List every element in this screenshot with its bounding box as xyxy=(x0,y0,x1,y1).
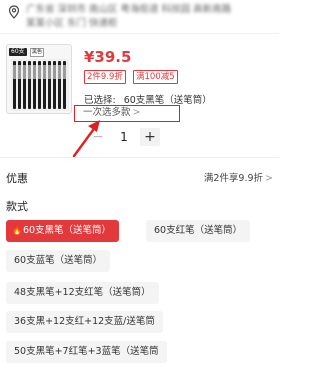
style-option[interactable]: 36支黑+12支红+12支蓝/送笔筒 xyxy=(6,311,163,333)
hot-flame-icon: 🔥 xyxy=(12,226,22,235)
style-option[interactable]: 60支蓝笔（送笔筒） xyxy=(6,250,111,272)
address-bar[interactable]: 广东省 深圳市 南山区 粤海街道 科技园 高新南路 某某小区 东门 快递柜 xyxy=(0,0,279,34)
location-pin-icon xyxy=(8,5,20,19)
multi-select-label: 一次选多款 xyxy=(83,107,131,118)
thumbnail-color-tag: 黑色 xyxy=(30,48,45,57)
promo-label: 优惠 xyxy=(6,172,28,185)
address-line-1: 广东省 深圳市 南山区 粤海街道 科技园 高新南路 xyxy=(26,4,232,15)
style-option-selected[interactable]: 🔥60支黑笔（送笔筒） xyxy=(6,220,120,242)
product-thumbnail[interactable]: 60支 黑色 xyxy=(6,44,72,114)
selected-summary: 已选择: 60支黑笔（送笔筒） xyxy=(84,92,212,106)
thumbnail-count-tag: 60支 xyxy=(9,48,27,56)
discount-badge: 满100减5 xyxy=(133,70,178,84)
promo-value: 满2件享9.9折 xyxy=(203,173,264,184)
section-divider xyxy=(0,157,279,158)
promo-row[interactable]: 满2件享9.9折 > xyxy=(204,170,273,184)
style-section-label: 款式 xyxy=(6,200,28,213)
style-option[interactable]: 50支黑笔+7红笔+3蓝笔（送笔筒 xyxy=(6,341,167,363)
style-option-label: 60支黑笔（送笔筒） xyxy=(22,225,112,236)
product-price: ¥39.5 xyxy=(84,48,132,66)
decrease-quantity-button[interactable]: − xyxy=(90,130,106,144)
chevron-right-icon: > xyxy=(132,107,141,118)
chevron-right-icon: > xyxy=(265,173,273,184)
style-option[interactable]: 48支黑笔+12支红笔（送笔筒） xyxy=(6,282,159,304)
quantity-stepper[interactable]: − 1 + xyxy=(90,127,170,147)
address-line-2: 某某小区 东门 快递柜 xyxy=(26,18,118,29)
style-option[interactable]: 60支红笔（送笔筒） xyxy=(146,220,251,242)
pens-image xyxy=(11,59,69,111)
discount-badge: 2件9.9折 xyxy=(84,70,126,84)
increase-quantity-button[interactable]: + xyxy=(140,128,160,146)
quantity-value[interactable]: 1 xyxy=(116,129,132,145)
